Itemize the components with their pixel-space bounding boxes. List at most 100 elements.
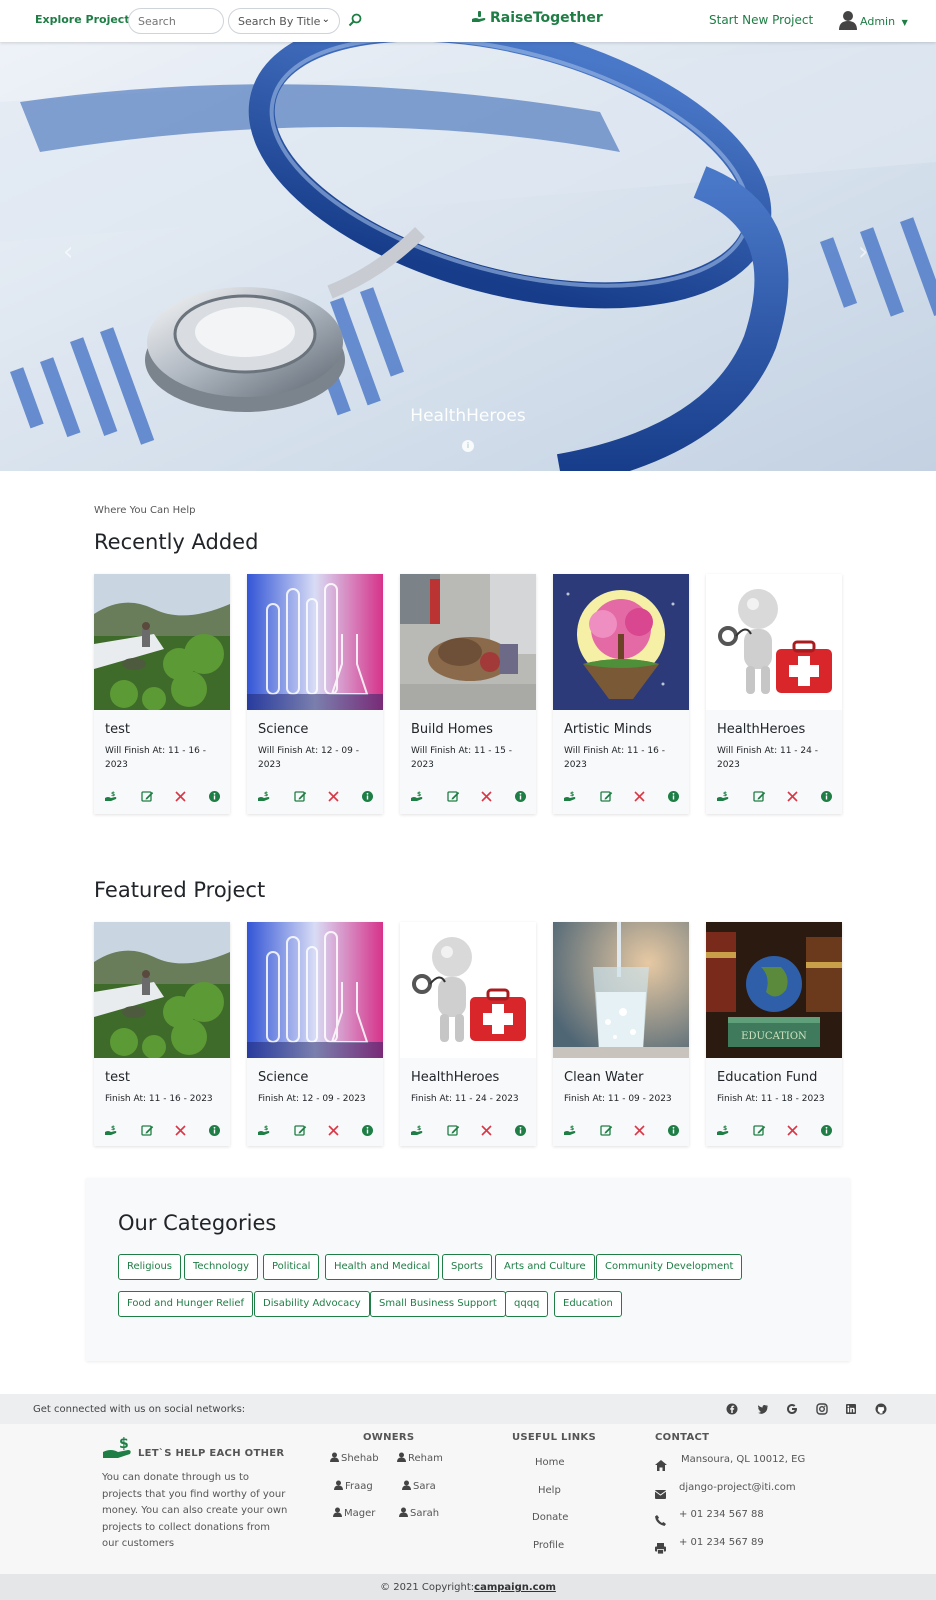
- explore-projects-link[interactable]: Explore Projects: [35, 13, 136, 26]
- project-title[interactable]: test: [105, 722, 130, 737]
- carousel-indicator[interactable]: i: [462, 440, 474, 452]
- delete-icon[interactable]: [327, 1122, 340, 1136]
- project-card[interactable]: Build Homes Will Finish At: 11 - 15 - 202…: [400, 574, 536, 814]
- edit-icon[interactable]: [753, 788, 766, 802]
- start-new-project-link[interactable]: Start New Project: [709, 13, 813, 27]
- project-image[interactable]: [553, 574, 689, 710]
- info-icon[interactable]: [820, 788, 833, 802]
- donate-icon[interactable]: $: [105, 788, 118, 801]
- category-chip[interactable]: Health and Medical: [325, 1254, 440, 1280]
- carousel-prev-button[interactable]: ‹: [63, 237, 73, 267]
- category-chip[interactable]: Food and Hunger Relief: [118, 1291, 254, 1317]
- instagram-icon[interactable]: [816, 1403, 828, 1415]
- edit-icon[interactable]: [600, 1122, 613, 1136]
- donate-icon[interactable]: $: [258, 788, 271, 801]
- delete-icon[interactable]: [786, 788, 799, 802]
- category-chip[interactable]: Sports: [442, 1254, 493, 1280]
- project-title[interactable]: HealthHeroes: [411, 1070, 499, 1085]
- info-icon[interactable]: [514, 1122, 527, 1136]
- edit-icon[interactable]: [447, 1122, 460, 1136]
- edit-icon[interactable]: [600, 788, 613, 802]
- category-chip[interactable]: Arts and Culture: [495, 1254, 595, 1280]
- edit-icon[interactable]: [294, 788, 307, 802]
- info-icon[interactable]: [361, 1122, 374, 1136]
- info-icon[interactable]: [208, 1122, 221, 1136]
- edit-icon[interactable]: [141, 1122, 154, 1136]
- donate-icon[interactable]: $: [411, 788, 424, 801]
- edit-icon[interactable]: [753, 1122, 766, 1136]
- project-card[interactable]: Science Finish At: 12 - 09 - 2023 $: [247, 922, 383, 1146]
- project-card[interactable]: Artistic Minds Will Finish At: 11 - 16 - …: [553, 574, 689, 814]
- footer-link[interactable]: Donate: [532, 1512, 568, 1523]
- category-chip[interactable]: Small Business Support: [370, 1291, 506, 1317]
- project-card[interactable]: test Will Finish At: 11 - 16 - 2023 $: [94, 574, 230, 814]
- project-title[interactable]: Artistic Minds: [564, 722, 652, 737]
- delete-icon[interactable]: [480, 788, 493, 802]
- delete-icon[interactable]: [633, 1122, 646, 1136]
- project-title[interactable]: test: [105, 1070, 130, 1085]
- delete-icon[interactable]: [327, 788, 340, 802]
- project-title[interactable]: Education Fund: [717, 1070, 817, 1085]
- project-image[interactable]: [400, 574, 536, 710]
- project-image[interactable]: [553, 922, 689, 1058]
- category-chip[interactable]: qqqq: [505, 1291, 549, 1317]
- donate-icon[interactable]: $: [717, 1122, 730, 1135]
- project-title[interactable]: Clean Water: [564, 1070, 643, 1085]
- edit-icon[interactable]: [141, 788, 154, 802]
- project-title[interactable]: Science: [258, 722, 308, 737]
- project-image[interactable]: [94, 922, 230, 1058]
- donate-icon[interactable]: $: [717, 788, 730, 801]
- copyright-link[interactable]: campaign.com: [474, 1582, 556, 1593]
- donate-icon[interactable]: $: [564, 1122, 577, 1135]
- project-image[interactable]: [247, 574, 383, 710]
- linkedin-icon[interactable]: [845, 1403, 857, 1415]
- search-icon[interactable]: [348, 12, 364, 28]
- project-card[interactable]: HealthHeroes Will Finish At: 11 - 24 - 20…: [706, 574, 842, 814]
- info-icon[interactable]: [361, 788, 374, 802]
- google-icon[interactable]: [786, 1403, 798, 1415]
- project-image[interactable]: [400, 922, 536, 1058]
- category-chip[interactable]: Religious: [118, 1254, 181, 1280]
- delete-icon[interactable]: [480, 1122, 493, 1136]
- donate-icon[interactable]: $: [105, 1122, 118, 1135]
- project-title[interactable]: HealthHeroes: [717, 722, 805, 737]
- facebook-icon[interactable]: [726, 1403, 738, 1415]
- category-chip[interactable]: Community Development: [596, 1254, 743, 1280]
- donate-icon[interactable]: $: [411, 1122, 424, 1135]
- category-chip[interactable]: Education: [554, 1291, 622, 1317]
- edit-icon[interactable]: [294, 1122, 307, 1136]
- carousel-next-button[interactable]: ›: [858, 237, 868, 267]
- user-menu[interactable]: Admin ▼: [838, 10, 908, 30]
- delete-icon[interactable]: [786, 1122, 799, 1136]
- delete-icon[interactable]: [633, 788, 646, 802]
- project-card[interactable]: EDUCATION Education Fund Finish At: 11 - 1…: [706, 922, 842, 1146]
- edit-icon[interactable]: [447, 788, 460, 802]
- project-image[interactable]: EDUCATION: [706, 922, 842, 1058]
- category-chip[interactable]: Political: [263, 1254, 320, 1280]
- donate-icon[interactable]: $: [258, 1122, 271, 1135]
- info-icon[interactable]: [514, 788, 527, 802]
- info-icon[interactable]: [208, 788, 221, 802]
- search-type-select[interactable]: Search By Title ⌄: [228, 8, 340, 34]
- donate-icon[interactable]: $: [564, 788, 577, 801]
- delete-icon[interactable]: [174, 788, 187, 802]
- project-card[interactable]: HealthHeroes Finish At: 11 - 24 - 2023 $: [400, 922, 536, 1146]
- project-image[interactable]: [706, 574, 842, 710]
- project-card[interactable]: Science Will Finish At: 12 - 09 - 2023 $: [247, 574, 383, 814]
- github-icon[interactable]: [875, 1403, 887, 1415]
- footer-link[interactable]: Help: [538, 1485, 561, 1496]
- search-input[interactable]: [128, 8, 224, 34]
- project-title[interactable]: Science: [258, 1070, 308, 1085]
- twitter-icon[interactable]: [757, 1403, 769, 1415]
- info-icon[interactable]: [667, 788, 680, 802]
- info-icon[interactable]: [667, 1122, 680, 1136]
- project-card[interactable]: Clean Water Finish At: 11 - 09 - 2023 $: [553, 922, 689, 1146]
- info-icon[interactable]: [820, 1122, 833, 1136]
- category-chip[interactable]: Disability Advocacy: [254, 1291, 370, 1317]
- project-card[interactable]: test Finish At: 11 - 16 - 2023 $: [94, 922, 230, 1146]
- project-image[interactable]: [247, 922, 383, 1058]
- project-title[interactable]: Build Homes: [411, 722, 493, 737]
- footer-link[interactable]: Home: [535, 1457, 565, 1468]
- project-image[interactable]: [94, 574, 230, 710]
- delete-icon[interactable]: [174, 1122, 187, 1136]
